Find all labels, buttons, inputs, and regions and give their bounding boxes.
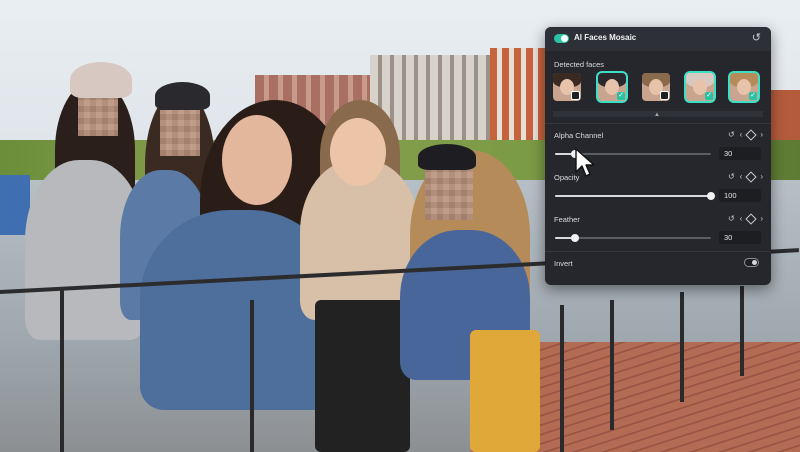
slider-handle[interactable] <box>571 234 580 242</box>
opacity-value[interactable]: 100 <box>719 189 761 202</box>
face <box>222 115 292 205</box>
face-thumbnail[interactable] <box>642 73 670 101</box>
face-thumbnail[interactable]: ✓ <box>730 73 758 101</box>
beanie <box>155 82 210 110</box>
invert-label: Invert <box>554 259 573 268</box>
checkbox-icon[interactable] <box>571 91 580 100</box>
person-legs <box>315 300 410 452</box>
reset-icon[interactable]: ↺ <box>728 214 735 223</box>
feather-value[interactable]: 30 <box>719 231 761 244</box>
alpha-channel-value[interactable]: 30 <box>719 147 761 160</box>
invert-toggle[interactable] <box>744 258 759 267</box>
chevron-right-icon[interactable]: › <box>760 172 763 181</box>
reset-icon[interactable]: ↺ <box>752 32 761 44</box>
face <box>330 118 386 186</box>
chevron-left-icon[interactable]: ‹ <box>740 214 743 223</box>
chevron-right-icon[interactable]: › <box>760 130 763 139</box>
railing-post <box>560 305 564 452</box>
bucket-hat <box>70 62 132 98</box>
face-thumbnail[interactable]: ✓ <box>686 73 714 101</box>
reset-icon[interactable]: ↺ <box>728 130 735 139</box>
railing-post <box>250 300 254 452</box>
keyframe-controls: ↺ ‹ › <box>728 128 763 141</box>
diamond-icon[interactable] <box>745 128 757 141</box>
checkbox-icon[interactable] <box>660 91 669 100</box>
railing-post <box>680 292 684 402</box>
slider-handle[interactable] <box>707 192 715 200</box>
opacity-slider[interactable] <box>555 192 715 200</box>
check-icon[interactable]: ✓ <box>705 92 713 100</box>
diamond-icon[interactable] <box>745 170 757 183</box>
detected-faces-list: ✓ ✓ ✓ <box>553 73 763 107</box>
chevron-left-icon[interactable]: ‹ <box>740 130 743 139</box>
diamond-icon[interactable] <box>745 212 757 225</box>
chevron-right-icon[interactable]: › <box>760 214 763 223</box>
railing-post <box>740 286 744 376</box>
railing-post <box>610 300 614 430</box>
keyframe-controls: ↺ ‹ › <box>728 212 763 225</box>
chevron-left-icon[interactable]: ‹ <box>740 172 743 181</box>
detected-faces-label: Detected faces <box>554 60 605 69</box>
mouse-pointer-icon <box>575 148 595 177</box>
alpha-channel-label: Alpha Channel <box>554 131 604 140</box>
feather-label: Feather <box>554 215 580 224</box>
panel-title: AI Faces Mosaic <box>574 33 637 42</box>
face-thumbnail[interactable]: ✓ <box>598 73 626 101</box>
person-legs <box>470 330 540 452</box>
divider <box>545 123 771 124</box>
reset-icon[interactable]: ↺ <box>728 172 735 181</box>
check-icon[interactable]: ✓ <box>749 92 757 100</box>
mosaic-face <box>78 92 118 136</box>
enable-toggle[interactable] <box>554 34 569 43</box>
railing-post <box>60 290 64 452</box>
check-icon[interactable]: ✓ <box>617 92 625 100</box>
mosaic-face <box>160 110 200 156</box>
feather-slider[interactable] <box>555 234 711 242</box>
face-thumbnail[interactable] <box>553 73 581 101</box>
panel-header: AI Faces Mosaic ↺ <box>545 27 771 51</box>
keyframe-controls: ↺ ‹ › <box>728 170 763 183</box>
scroll-indicator-icon: ▲ <box>654 112 660 118</box>
cap <box>418 144 476 170</box>
divider <box>545 251 771 252</box>
